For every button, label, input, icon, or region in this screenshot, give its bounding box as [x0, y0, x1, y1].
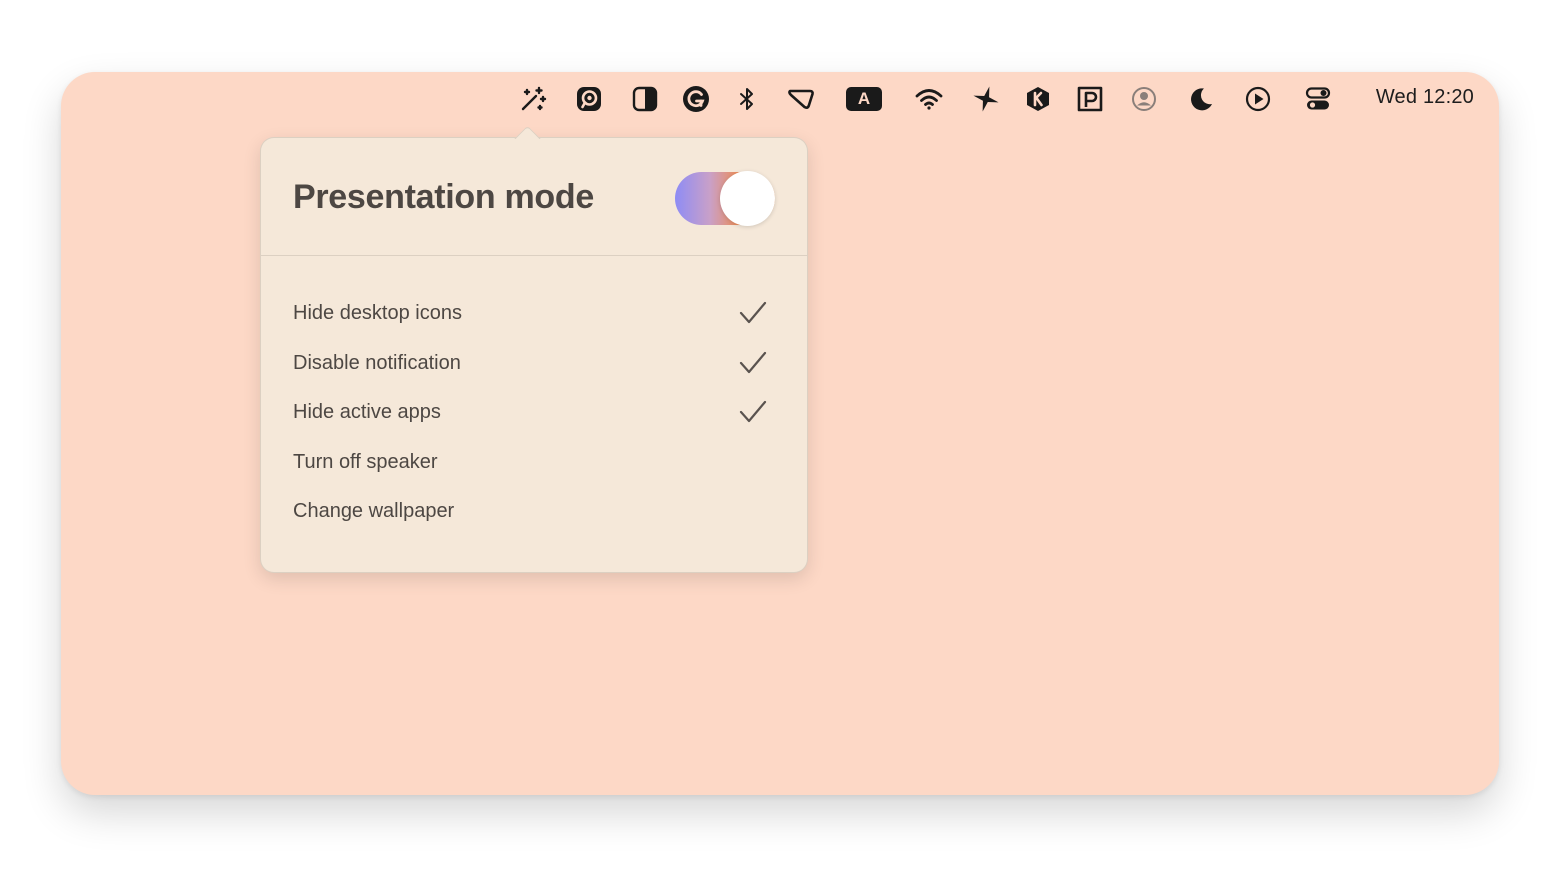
- magic-wand-icon[interactable]: [519, 85, 547, 113]
- popover-header: Presentation mode: [261, 138, 807, 256]
- menu-bar: A Wed 12:20: [61, 72, 1499, 126]
- popover-title: Presentation mode: [293, 178, 594, 216]
- option-label: Hide desktop icons: [293, 302, 462, 324]
- option-change-wallpaper[interactable]: Change wallpaper: [261, 487, 807, 537]
- presentation-mode-toggle[interactable]: [675, 171, 775, 226]
- keyboard-input-letter: A: [857, 89, 871, 108]
- checkmark-icon: [739, 301, 767, 324]
- option-turn-off-speaker[interactable]: Turn off speaker: [261, 438, 807, 488]
- option-label: Hide active apps: [293, 401, 441, 423]
- contrast-icon[interactable]: [631, 85, 659, 113]
- option-disable-notification[interactable]: Disable notification: [261, 339, 807, 389]
- command-tag-icon[interactable]: [787, 85, 815, 113]
- bluetooth-icon[interactable]: [733, 85, 761, 113]
- option-hide-desktop-icons[interactable]: Hide desktop icons: [261, 289, 807, 339]
- play-circle-icon[interactable]: [1244, 85, 1272, 113]
- menu-bar-clock[interactable]: Wed 12:20: [1376, 86, 1474, 109]
- option-hide-active-apps[interactable]: Hide active apps: [261, 388, 807, 438]
- popover-arrow: [513, 125, 543, 139]
- keyboard-input-icon[interactable]: A: [845, 85, 883, 113]
- option-label: Turn off speaker: [293, 450, 438, 473]
- option-label: Change wallpaper: [293, 500, 455, 522]
- option-list: Hide desktop icons Disable notification …: [261, 289, 807, 537]
- p-app-icon[interactable]: [1076, 85, 1104, 113]
- pastebot-icon[interactable]: [575, 85, 603, 113]
- control-center-icon[interactable]: [1304, 85, 1332, 113]
- moon-icon[interactable]: [1187, 85, 1215, 113]
- grammarly-icon[interactable]: [682, 85, 710, 113]
- toggle-knob: [720, 171, 775, 226]
- sparkle-plus-icon[interactable]: [972, 85, 1000, 113]
- wifi-icon[interactable]: [915, 85, 943, 113]
- k-app-icon[interactable]: [1024, 85, 1052, 113]
- desktop: A Wed 12:20 Presentation mode Hide deskt…: [61, 72, 1499, 795]
- checkmark-icon: [739, 351, 767, 373]
- user-account-icon[interactable]: [1130, 85, 1158, 113]
- presentation-mode-popover: Presentation mode Hide desktop icons Dis…: [260, 137, 808, 573]
- option-label: Disable notification: [293, 351, 461, 374]
- checkmark-icon: [739, 400, 767, 423]
